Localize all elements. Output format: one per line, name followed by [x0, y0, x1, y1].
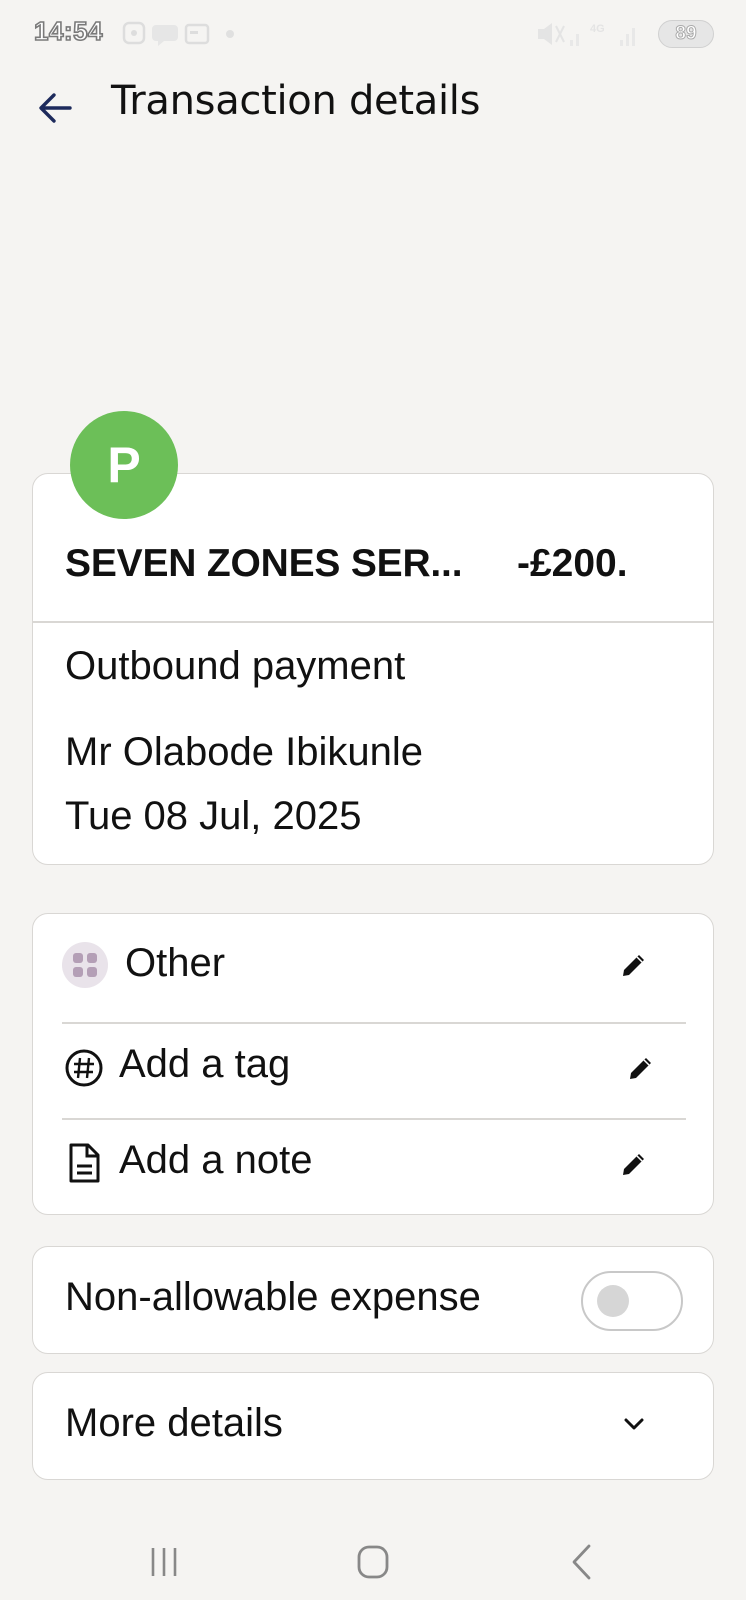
- transaction-actions-card: Other Add a tag Add a note: [32, 913, 714, 1215]
- status-time: 14:54: [33, 15, 103, 47]
- chevron-down-icon: [624, 1418, 644, 1430]
- add-tag-row[interactable]: Add a tag: [33, 1024, 713, 1120]
- arrow-left-icon: [39, 93, 72, 123]
- recent-apps-icon[interactable]: [134, 1540, 194, 1584]
- merchant-avatar: P: [70, 411, 178, 519]
- transaction-summary-card: SEVEN ZONES SER... -£200. Outbound payme…: [32, 473, 714, 865]
- add-note-row[interactable]: Add a note: [33, 1120, 713, 1216]
- payee-name: Mr Olabode Ibikunle: [65, 730, 423, 774]
- notification-icons: [122, 21, 234, 46]
- more-details-button[interactable]: More details: [32, 1372, 714, 1480]
- battery-indicator: 89: [658, 20, 714, 48]
- divider: [33, 621, 713, 623]
- payment-type: Outbound payment: [65, 644, 406, 688]
- document-icon: [69, 1143, 100, 1183]
- pencil-icon[interactable]: [626, 1053, 656, 1083]
- transaction-amount: -£200.: [517, 542, 628, 585]
- hashtag-icon: [65, 1049, 103, 1087]
- category-label: Other: [125, 941, 226, 985]
- add-note-label: Add a note: [119, 1138, 313, 1182]
- pencil-icon[interactable]: [619, 1149, 649, 1179]
- merchant-name: SEVEN ZONES SER...: [65, 542, 463, 585]
- signal-icon: 4G: [538, 23, 635, 46]
- back-icon[interactable]: [552, 1540, 612, 1584]
- back-button[interactable]: [34, 86, 78, 130]
- status-bar: 14:54 4G 89: [0, 0, 746, 66]
- category-row[interactable]: Other: [33, 914, 713, 1010]
- network-type: 4G: [590, 23, 605, 35]
- system-status-icons: 4G 89: [536, 18, 716, 50]
- non-allowable-expense-card: Non-allowable expense: [32, 1246, 714, 1354]
- non-allowable-expense-label: Non-allowable expense: [65, 1275, 481, 1319]
- system-nav-bar: [0, 1520, 746, 1600]
- add-tag-label: Add a tag: [119, 1042, 291, 1086]
- page-title: Transaction details: [111, 78, 481, 124]
- pencil-icon[interactable]: [619, 950, 649, 980]
- grid-icon: [62, 942, 108, 988]
- home-icon[interactable]: [343, 1540, 403, 1584]
- toggle-knob: [597, 1285, 629, 1317]
- non-allowable-expense-toggle[interactable]: [581, 1271, 683, 1331]
- more-details-label: More details: [65, 1401, 283, 1445]
- transaction-date: Tue 08 Jul, 2025: [65, 794, 362, 838]
